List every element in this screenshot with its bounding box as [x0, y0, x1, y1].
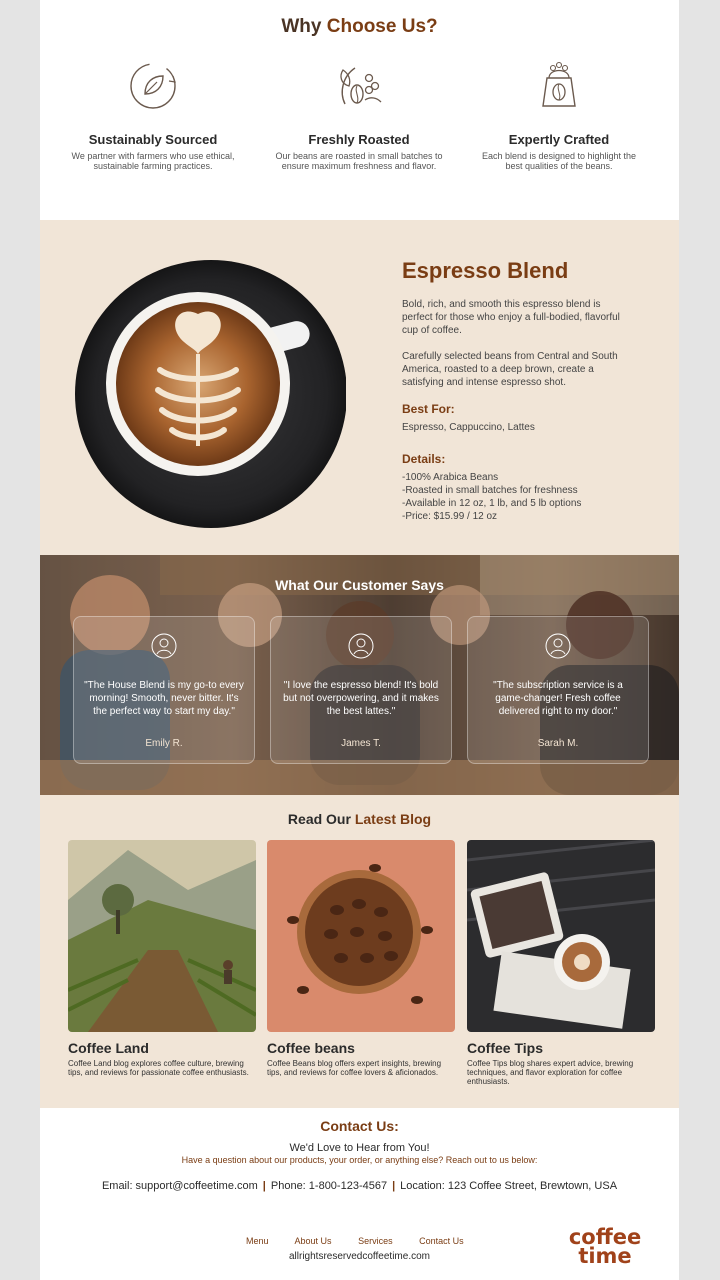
contact-title: Contact Us: — [320, 1118, 399, 1134]
coffee-time-logo[interactable]: coffee time — [557, 1227, 653, 1268]
contact-subtitle: We'd Love to Hear from You! — [289, 1142, 430, 1154]
page: Why Choose Us? Sustainably Sourced We pa… — [40, 0, 679, 1280]
testimonial-quote: "The subscription service is a game-chan… — [493, 680, 623, 717]
details-item: -Available in 12 oz, 1 lb, and 5 lb opti… — [402, 498, 582, 509]
logo-line-2: time — [578, 1244, 632, 1268]
blog-post-desc: Coffee Beans blog offers expert insights… — [267, 1059, 442, 1077]
coffee-bean-branch-icon — [340, 67, 382, 105]
blog-card-coffee-land[interactable]: Coffee Land Coffee Land blog explores co… — [68, 840, 256, 1077]
user-avatar-icon — [151, 633, 177, 659]
blog-card-coffee-tips[interactable]: Coffee Tips Coffee Tips blog shares expe… — [467, 840, 655, 1086]
blog-post-desc: Coffee Tips blog shares expert advice, b… — [467, 1059, 634, 1086]
contact-question: Have a question about our products, your… — [181, 1155, 538, 1165]
footer-link-services[interactable]: Services — [358, 1236, 393, 1246]
testimonial-quote: "I love the espresso blend! It's bold bu… — [283, 680, 439, 717]
details-item: -100% Arabica Beans — [402, 472, 499, 483]
user-avatar-icon — [348, 633, 374, 659]
contact-section: Contact Us: We'd Love to Hear from You! … — [40, 1108, 679, 1280]
blog-post-title[interactable]: Coffee beans — [267, 1040, 455, 1056]
blog-section: Read Our Latest Blog Coffee Land Coffee … — [40, 795, 679, 1108]
coffee-bag-icon — [542, 61, 576, 107]
testimonial-card: "I love the espresso blend! It's bold bu… — [270, 616, 452, 764]
testimonial-author: Emily R. — [145, 738, 183, 749]
testimonial-quote: "The House Blend is my go-to every morni… — [84, 680, 244, 717]
testimonial-card: "The House Blend is my go-to every morni… — [73, 616, 255, 764]
feature-title: Expertly Crafted — [508, 132, 610, 147]
coffee-tips-image[interactable] — [467, 840, 655, 1032]
testimonials-section: What Our Customer Says "The House Blend … — [40, 555, 679, 795]
espresso-cup-image — [75, 260, 346, 528]
blog-card-coffee-beans[interactable]: Coffee beans Coffee Beans blog offers ex… — [267, 840, 455, 1077]
footer-link-menu[interactable]: Menu — [246, 1236, 269, 1246]
blog-title-accent: Latest Blog — [354, 811, 432, 827]
footer-link-contact[interactable]: Contact Us — [419, 1236, 464, 1246]
coffee-beans-image[interactable] — [267, 840, 455, 1032]
espresso-blend-section: Espresso Blend Bold, rich, and smooth th… — [40, 220, 679, 555]
espresso-description-1: Bold, rich, and smooth this espresso ble… — [402, 299, 620, 336]
espresso-description-2: Carefully selected beans from Central an… — [402, 351, 618, 388]
feature-expertly-crafted: Expertly Crafted Each blend is designed … — [474, 56, 644, 171]
details-item: -Roasted in small batches for freshness — [402, 485, 578, 496]
blog-title-plain: Read Our — [287, 811, 351, 827]
feature-title: Sustainably Sourced — [88, 132, 218, 147]
feature-title: Freshly Roasted — [308, 132, 410, 147]
why-title-accent: Choose Us? — [326, 16, 438, 37]
user-avatar-icon — [545, 633, 571, 659]
contact-info: Email: support@coffeetime.com | Phone: 1-8… — [40, 1180, 679, 1192]
testimonials-title: What Our Customer Says — [275, 577, 444, 593]
espresso-details: Espresso Blend Bold, rich, and smooth th… — [402, 258, 632, 541]
details-item: -Price: $15.99 / 12 oz — [402, 511, 498, 522]
feature-sustainably-sourced: Sustainably Sourced We partner with farm… — [68, 56, 238, 171]
testimonial-author: Sarah M. — [537, 738, 579, 749]
testimonial-card: "The subscription service is a game-chan… — [467, 616, 649, 764]
contact-phone[interactable]: Phone: 1-800-123-4567 — [271, 1180, 387, 1192]
blog-post-title[interactable]: Coffee Land — [68, 1040, 256, 1056]
details-list: -100% Arabica Beans -Roasted in small ba… — [402, 471, 632, 523]
footer-nav: Menu About Us Services Contact Us — [246, 1236, 488, 1246]
details-label: Details: — [402, 452, 446, 466]
contact-location: Location: 123 Coffee Street, Brewtown, U… — [400, 1180, 618, 1192]
coffee-land-image[interactable] — [68, 840, 256, 1032]
feature-desc: Our beans are roasted in small batches t… — [275, 151, 443, 171]
blog-title: Read Our Latest Blog — [40, 811, 679, 827]
why-title-plain: Why — [281, 16, 322, 37]
feature-freshly-roasted: Freshly Roasted Our beans are roasted in… — [274, 56, 444, 171]
feature-desc: Each blend is designed to highlight the … — [481, 151, 637, 171]
blog-post-title[interactable]: Coffee Tips — [467, 1040, 655, 1056]
contact-email[interactable]: Email: support@coffeetime.com — [102, 1180, 258, 1192]
leaf-recycle-icon — [130, 63, 176, 109]
blog-post-desc: Coffee Land blog explores coffee culture… — [68, 1059, 249, 1077]
best-for-value: Espresso, Cappuccino, Lattes — [402, 422, 535, 433]
feature-desc: We partner with farmers who use ethical,… — [71, 151, 235, 171]
best-for-label: Best For: — [402, 402, 455, 416]
why-title: Why Choose Us? — [40, 16, 679, 38]
separator: | — [262, 1180, 266, 1192]
separator: | — [392, 1180, 396, 1192]
espresso-title: Espresso Blend — [402, 258, 569, 283]
why-choose-us-section: Why Choose Us? Sustainably Sourced We pa… — [40, 0, 679, 220]
testimonial-author: James T. — [341, 738, 381, 749]
footer-link-about[interactable]: About Us — [295, 1236, 332, 1246]
